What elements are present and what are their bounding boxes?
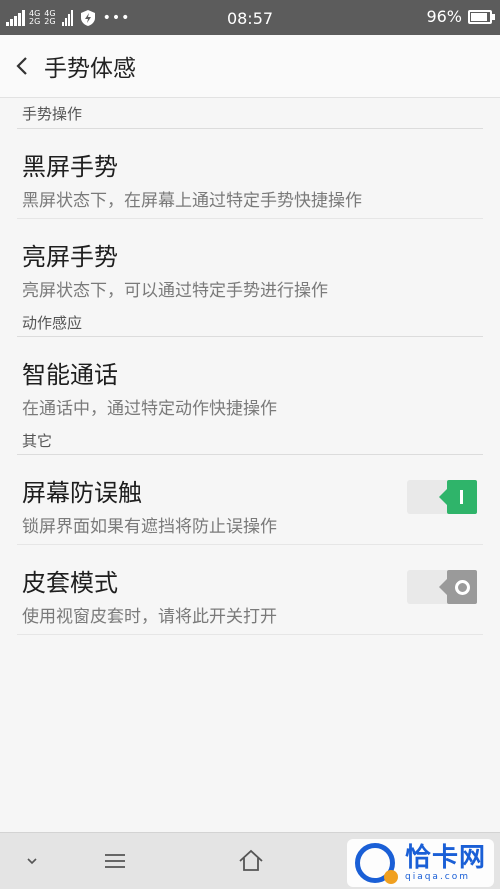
menu-button[interactable] — [85, 833, 145, 889]
section-header-other: 其它 — [17, 427, 483, 455]
home-button[interactable] — [221, 833, 281, 889]
list-item-cover-mode[interactable]: 皮套模式 使用视窗皮套时，请将此开关打开 — [17, 545, 483, 635]
watermark-text: 恰卡网 qiaqa.com — [405, 844, 486, 882]
battery-icon — [468, 9, 495, 24]
menu-icon — [105, 854, 125, 868]
item-subtitle: 黑屏状态下，在屏幕上通过特定手势快捷操作 — [22, 191, 362, 211]
status-bar: 4G 2G 4G 2G ••• 08:57 96% — [0, 0, 500, 35]
collapse-button[interactable] — [2, 833, 62, 889]
item-subtitle: 锁屏界面如果有遮挡将防止误操作 — [22, 517, 277, 537]
list-item-screen-on-gesture[interactable]: 亮屏手势 亮屏状态下，可以通过特定手势进行操作 — [17, 219, 483, 309]
settings-list: 手势操作 黑屏手势 黑屏状态下，在屏幕上通过特定手势快捷操作 亮屏手势 亮屏状态… — [0, 98, 500, 635]
item-subtitle: 使用视窗皮套时，请将此开关打开 — [22, 607, 277, 627]
item-subtitle: 亮屏状态下，可以通过特定手势进行操作 — [22, 281, 328, 301]
item-title: 皮套模式 — [22, 569, 118, 597]
list-item-screen-off-gesture[interactable]: 黑屏手势 黑屏状态下，在屏幕上通过特定手势快捷操作 — [17, 129, 483, 219]
item-title: 屏幕防误触 — [22, 479, 142, 507]
chevron-left-icon — [16, 57, 27, 75]
status-right: 96% — [426, 7, 495, 26]
chevron-down-icon — [27, 858, 37, 865]
back-button[interactable] — [0, 35, 44, 97]
watermark-url: qiaqa.com — [404, 872, 471, 882]
toggle-knob — [439, 570, 477, 604]
anti-mistouch-toggle[interactable] — [407, 480, 477, 514]
item-title: 智能通话 — [22, 361, 118, 389]
page-title: 手势体感 — [44, 56, 136, 82]
item-subtitle: 在通话中，通过特定动作快捷操作 — [22, 399, 277, 419]
list-item-smart-call[interactable]: 智能通话 在通话中，通过特定动作快捷操作 — [17, 337, 483, 427]
item-title: 亮屏手势 — [22, 243, 118, 271]
watermark-name: 恰卡网 — [404, 843, 486, 873]
status-time: 08:57 — [226, 9, 274, 28]
home-icon — [239, 849, 263, 871]
item-title: 黑屏手势 — [22, 153, 118, 181]
toggle-knob — [439, 480, 477, 514]
section-header-motion: 动作感应 — [17, 309, 483, 337]
cover-mode-toggle[interactable] — [407, 570, 477, 604]
section-header-gesture: 手势操作 — [17, 98, 483, 129]
header: 手势体感 — [0, 35, 500, 98]
list-item-anti-mistouch[interactable]: 屏幕防误触 锁屏界面如果有遮挡将防止误操作 — [17, 455, 483, 545]
watermark-logo-icon — [354, 843, 398, 884]
battery-percent: 96% — [426, 7, 462, 26]
watermark-logo: 恰卡网 qiaqa.com — [346, 839, 494, 887]
